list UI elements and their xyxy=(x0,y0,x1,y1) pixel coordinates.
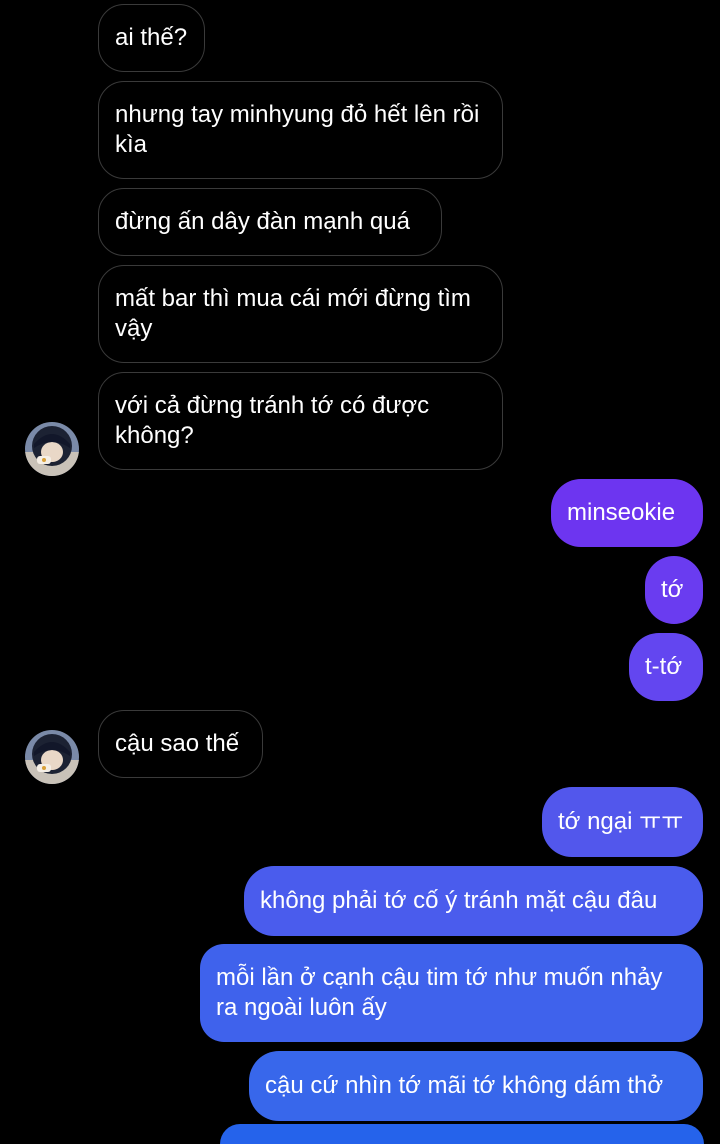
message-text: mất bar thì mua cái mới đừng tìm vậy xyxy=(115,285,471,342)
message-bubble-outgoing[interactable]: minseokie xyxy=(551,479,703,547)
message-text: ai thế? xyxy=(115,24,188,51)
chat-thread: ai thế? nhưng tay minhyung đỏ hết lên rồ… xyxy=(0,0,720,1144)
message-bubble-incoming[interactable]: cậu sao thế xyxy=(98,710,263,778)
contact-avatar[interactable] xyxy=(25,422,79,476)
message-text: mỗi lần ở cạnh cậu tim tớ như muốn nhảy … xyxy=(216,964,663,1021)
message-bubble-incoming[interactable]: đừng ấn dây đàn mạnh quá xyxy=(98,188,442,256)
message-text: minseokie xyxy=(567,499,676,526)
message-text: tớ ngại ㅠㅠ xyxy=(558,808,684,835)
message-text: không phải tớ cố ý tránh mặt cậu đâu xyxy=(260,887,658,914)
message-bubble-outgoing[interactable]: tớ xyxy=(645,556,703,624)
message-bubble-outgoing[interactable]: t-tớ xyxy=(629,633,703,701)
avatar-image xyxy=(25,422,79,476)
message-bubble-incoming[interactable]: ai thế? xyxy=(98,4,205,72)
avatar-image xyxy=(25,730,79,784)
message-text: đừng ấn dây đàn mạnh quá xyxy=(115,208,410,235)
message-text: nhưng tay minhyung đỏ hết lên rồi kìa xyxy=(115,101,480,158)
message-bubble-outgoing[interactable]: không phải tớ cố ý tránh mặt cậu đâu xyxy=(244,866,703,936)
message-bubble-incoming[interactable]: nhưng tay minhyung đỏ hết lên rồi kìa xyxy=(98,81,503,179)
message-text: cậu cứ nhìn tớ mãi tớ không dám thở xyxy=(265,1072,664,1099)
message-text: t-tớ xyxy=(645,653,683,680)
message-text: tớ xyxy=(661,576,684,603)
message-text: với cả đừng tránh tớ có được không? xyxy=(115,392,430,449)
message-bubble-outgoing[interactable]: cậu cứ nhìn tớ mãi tớ không dám thở xyxy=(249,1051,703,1121)
message-bubble-outgoing[interactable]: mỗi lần ở cạnh cậu tim tớ như muốn nhảy … xyxy=(200,944,703,1042)
message-bubble-incoming[interactable]: với cả đừng tránh tớ có được không? xyxy=(98,372,503,470)
message-bubble-incoming[interactable]: mất bar thì mua cái mới đừng tìm vậy xyxy=(98,265,503,363)
message-bubble-outgoing-partial[interactable] xyxy=(220,1124,704,1144)
contact-avatar[interactable] xyxy=(25,730,79,784)
message-bubble-outgoing[interactable]: tớ ngại ㅠㅠ xyxy=(542,787,703,857)
message-text: cậu sao thế xyxy=(115,730,240,757)
